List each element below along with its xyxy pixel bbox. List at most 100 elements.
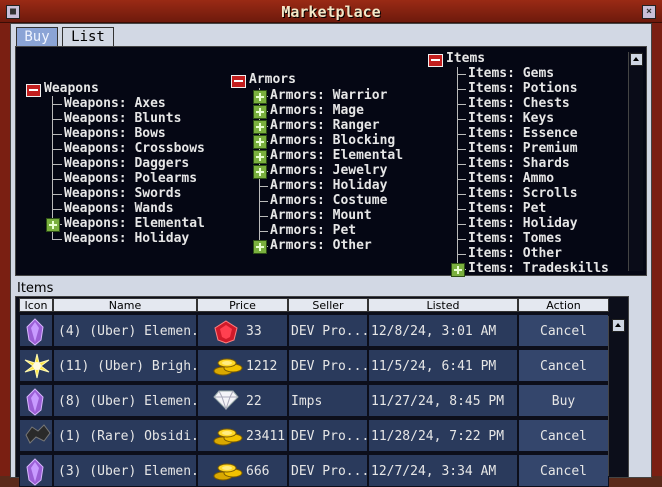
tree-node[interactable]: Items: Tradeskills — [468, 261, 609, 276]
tree-node[interactable]: Weapons: Swords — [64, 186, 181, 201]
expand-icon[interactable] — [253, 135, 267, 149]
item-price: 33 — [246, 324, 262, 339]
tree-node[interactable]: Armors: Jewelry — [270, 163, 387, 178]
items-collapse-icon[interactable] — [428, 54, 443, 67]
item-price: 666 — [246, 464, 270, 479]
expand-icon[interactable] — [253, 240, 267, 254]
item-icon-cell — [19, 454, 53, 487]
action-button[interactable]: Cancel — [518, 419, 609, 452]
expand-icon[interactable] — [253, 165, 267, 179]
seller-name: DEV Pro... — [288, 349, 368, 382]
tree-scrollbar[interactable] — [628, 52, 643, 271]
scroll-up-icon[interactable] — [630, 53, 643, 66]
armors-collapse-icon[interactable] — [231, 75, 246, 88]
tree-node[interactable]: Items: Ammo — [468, 171, 554, 186]
diamond-icon — [213, 390, 239, 416]
item-price-cell: 666 — [197, 454, 288, 487]
tree-node[interactable]: Armors: Ranger — [270, 118, 380, 133]
title-bar[interactable]: ■ Marketplace × — [0, 0, 662, 23]
close-icon[interactable]: × — [642, 5, 656, 19]
dark-shard-icon — [24, 423, 52, 451]
tree-node[interactable]: Items: Chests — [468, 96, 570, 111]
expand-icon[interactable] — [253, 105, 267, 119]
seller-name: DEV Pro... — [288, 454, 368, 487]
listed-date: 11/27/24, 8:45 PM — [368, 384, 518, 417]
item-name: (3) (Uber) Elemen... — [53, 454, 197, 487]
tree-node[interactable]: Weapons: Crossbows — [64, 141, 205, 156]
window-title: Marketplace — [281, 3, 381, 21]
tree-node[interactable]: Items: Gems — [468, 66, 554, 81]
weapons-collapse-icon[interactable] — [26, 84, 41, 97]
tree-node[interactable]: Items: Pet — [468, 201, 546, 216]
col-header-icon: Icon — [19, 298, 53, 312]
tree-node[interactable]: Items: Essence — [468, 126, 578, 141]
action-button[interactable]: Cancel — [518, 349, 609, 382]
tree-node[interactable]: Weapons: Holiday — [64, 231, 189, 246]
tree-node-items[interactable]: Items — [446, 51, 485, 66]
tree-node-armors[interactable]: Armors — [249, 72, 296, 87]
gold-coins-icon — [213, 460, 243, 486]
tree-node[interactable]: Items: Potions — [468, 81, 578, 96]
table-row[interactable]: (3) (Uber) Elemen... 666 DEV Pro...12/7/24… — [17, 454, 609, 487]
item-price: 1212 — [246, 359, 278, 374]
table-row[interactable]: (8) (Uber) Elemen... 22 Imps11/27/24, 8:45… — [17, 384, 609, 417]
listed-date: 12/8/24, 3:01 AM — [368, 314, 518, 347]
tree-node[interactable]: Weapons: Blunts — [64, 111, 181, 126]
expand-icon[interactable] — [253, 120, 267, 134]
item-price: 22 — [246, 394, 262, 409]
seller-name: DEV Pro... — [288, 314, 368, 347]
tree-node[interactable]: Weapons: Polearms — [64, 171, 197, 186]
tab-list[interactable]: List — [62, 27, 114, 46]
expand-icon[interactable] — [46, 218, 60, 232]
tree-node[interactable]: Armors: Mage — [270, 103, 364, 118]
tree-node[interactable]: Armors: Warrior — [270, 88, 387, 103]
col-header-name[interactable]: Name — [53, 298, 197, 312]
expand-icon[interactable] — [253, 150, 267, 164]
table-row[interactable]: (4) (Uber) Elemen... 33 DEV Pro...12/8/24,… — [17, 314, 609, 347]
table-row[interactable]: (11) (Uber) Brigh... 1212 DEV Pro...11/5/2… — [17, 349, 609, 382]
item-icon-cell — [19, 384, 53, 417]
tree-node[interactable]: Weapons: Axes — [64, 96, 166, 111]
listed-date: 11/5/24, 6:41 PM — [368, 349, 518, 382]
tree-node[interactable]: Armors: Pet — [270, 223, 356, 238]
tree-node[interactable]: Armors: Costume — [270, 193, 387, 208]
item-price-cell: 1212 — [197, 349, 288, 382]
tree-node[interactable]: Armors: Blocking — [270, 133, 395, 148]
item-name: (8) (Uber) Elemen... — [53, 384, 197, 417]
col-header-price[interactable]: Price — [197, 298, 288, 312]
action-button[interactable]: Buy — [518, 384, 609, 417]
item-name: (11) (Uber) Brigh... — [53, 349, 197, 382]
tree-node[interactable]: Items: Keys — [468, 111, 554, 126]
tree-node[interactable]: Items: Scrolls — [468, 186, 578, 201]
scroll-up-icon[interactable] — [612, 319, 625, 332]
tree-node-weapons[interactable]: Weapons — [44, 81, 99, 96]
tree-node[interactable]: Items: Other — [468, 246, 562, 261]
col-header-listed[interactable]: Listed — [368, 298, 518, 312]
tree-node[interactable]: Armors: Other — [270, 238, 372, 253]
tree-node[interactable]: Items: Holiday — [468, 216, 578, 231]
tree-node[interactable]: Items: Shards — [468, 156, 570, 171]
purple-crystal-icon — [24, 388, 46, 416]
item-price-cell: 23411... — [197, 419, 288, 452]
tree-node[interactable]: Weapons: Wands — [64, 201, 174, 216]
tree-node[interactable]: Armors: Holiday — [270, 178, 387, 193]
action-button[interactable]: Cancel — [518, 314, 609, 347]
tree-node[interactable]: Armors: Elemental — [270, 148, 403, 163]
col-header-seller[interactable]: Seller — [288, 298, 368, 312]
expand-icon[interactable] — [451, 263, 465, 277]
item-name: (1) (Rare) Obsidi... — [53, 419, 197, 452]
tree-node[interactable]: Items: Tomes — [468, 231, 562, 246]
tree-node[interactable]: Items: Premium — [468, 141, 578, 156]
table-scrollbar[interactable] — [608, 316, 626, 476]
expand-icon[interactable] — [253, 90, 267, 104]
tree-node[interactable]: Armors: Mount — [270, 208, 372, 223]
item-price-cell: 22 — [197, 384, 288, 417]
action-button[interactable]: Cancel — [518, 454, 609, 487]
listed-date: 12/7/24, 3:34 AM — [368, 454, 518, 487]
tree-node[interactable]: Weapons: Daggers — [64, 156, 189, 171]
table-row[interactable]: (1) (Rare) Obsidi... 23411...DEV Pro...11… — [17, 419, 609, 452]
gold-coins-icon — [213, 425, 243, 451]
tree-node[interactable]: Weapons: Elemental — [64, 216, 205, 231]
tree-node[interactable]: Weapons: Bows — [64, 126, 166, 141]
tab-buy[interactable]: Buy — [16, 27, 58, 46]
